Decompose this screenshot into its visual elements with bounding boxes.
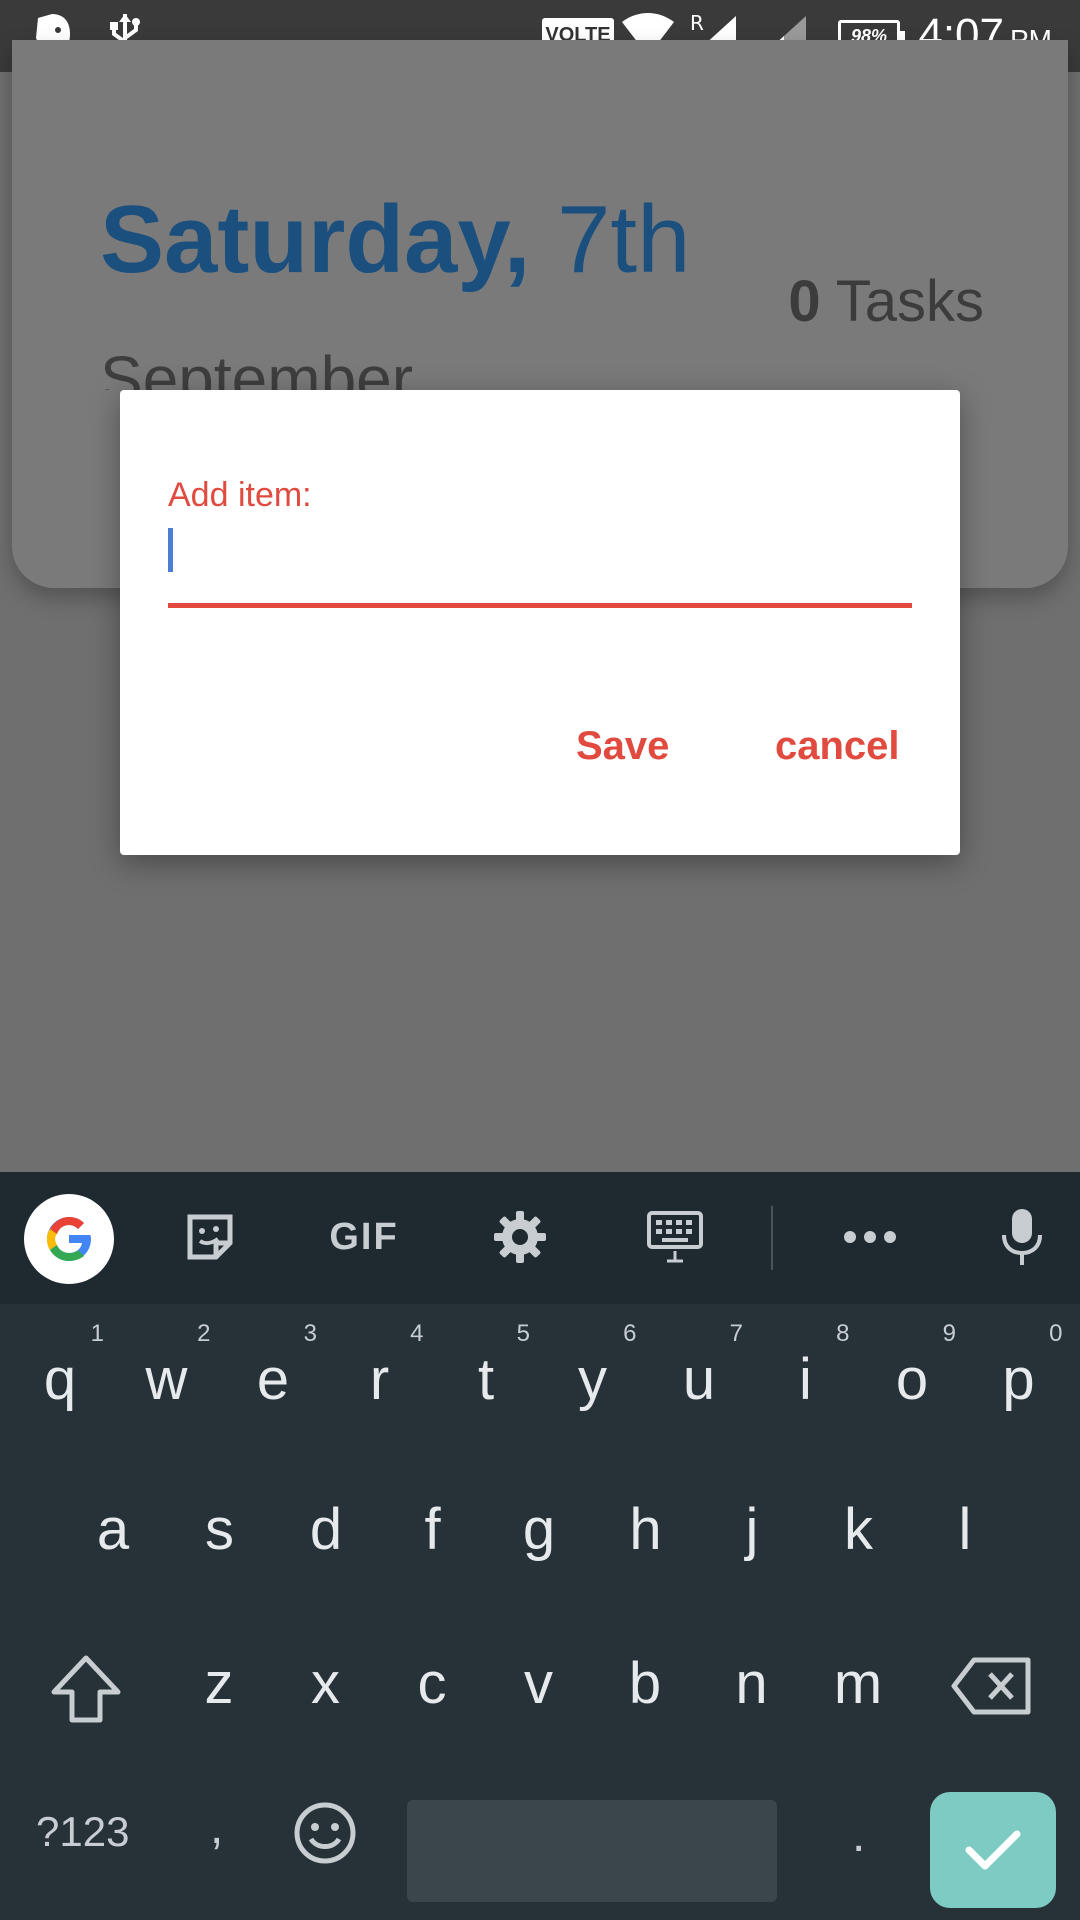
google-icon[interactable] <box>24 1194 114 1284</box>
toolbar-divider <box>771 1206 773 1270</box>
key-h[interactable]: h <box>596 1470 696 1590</box>
key-v[interactable]: v <box>489 1624 589 1744</box>
key-c[interactable]: c <box>382 1624 482 1744</box>
key-label: r <box>369 1347 390 1412</box>
key-d[interactable]: d <box>276 1470 376 1590</box>
period-key[interactable]: . <box>852 1808 865 1863</box>
key-label: v <box>524 1651 553 1716</box>
key-s[interactable]: s <box>170 1470 270 1590</box>
key-label: o <box>895 1347 929 1412</box>
key-label: y <box>578 1347 607 1412</box>
key-m[interactable]: m <box>808 1624 908 1744</box>
key-label: f <box>424 1497 441 1562</box>
key-label: n <box>735 1651 768 1716</box>
cancel-button[interactable]: cancel <box>775 724 900 769</box>
day-name: Saturday, <box>100 186 531 293</box>
key-hint: 2 <box>197 1320 211 1347</box>
key-r[interactable]: r4 <box>330 1320 430 1440</box>
text-cursor <box>168 528 173 572</box>
sticker-icon[interactable] <box>180 1202 240 1272</box>
key-hint: 0 <box>1049 1320 1063 1347</box>
key-n[interactable]: n <box>702 1624 802 1744</box>
key-t[interactable]: t5 <box>436 1320 536 1440</box>
emoji-key[interactable] <box>292 1800 362 1870</box>
key-hint: 9 <box>942 1320 956 1347</box>
key-label: g <box>522 1497 556 1562</box>
tasks-count: 0 Tasks <box>788 268 984 335</box>
space-key[interactable] <box>407 1800 777 1902</box>
key-label: j <box>745 1497 759 1562</box>
key-label: a <box>96 1497 130 1562</box>
key-p[interactable]: p0 <box>969 1320 1069 1440</box>
key-label: l <box>958 1497 972 1562</box>
key-l[interactable]: l <box>915 1470 1015 1590</box>
keyboard-layout-icon[interactable] <box>640 1202 710 1272</box>
add-item-dialog: Add item: Save cancel <box>120 390 960 855</box>
key-label: p <box>1002 1347 1035 1412</box>
backspace-key[interactable] <box>950 1654 1034 1726</box>
key-label: z <box>204 1651 234 1716</box>
key-label: s <box>205 1497 234 1562</box>
key-k[interactable]: k <box>809 1470 909 1590</box>
key-y[interactable]: y6 <box>543 1320 643 1440</box>
gif-button[interactable]: GIF <box>322 1202 406 1272</box>
key-f[interactable]: f <box>383 1470 483 1590</box>
add-item-label: Add item: <box>168 476 312 514</box>
key-a[interactable]: a <box>63 1470 163 1590</box>
key-hint: 6 <box>623 1320 637 1347</box>
more-icon[interactable] <box>840 1202 900 1272</box>
key-b[interactable]: b <box>595 1624 695 1744</box>
key-hint: 7 <box>729 1320 743 1347</box>
key-hint: 4 <box>410 1320 424 1347</box>
key-g[interactable]: g <box>489 1470 589 1590</box>
key-j[interactable]: j <box>702 1470 802 1590</box>
key-label: x <box>311 1651 340 1716</box>
svg-text:R: R <box>690 12 704 35</box>
key-label: q <box>43 1347 77 1412</box>
key-x[interactable]: x <box>276 1624 376 1744</box>
key-o[interactable]: o9 <box>862 1320 962 1440</box>
key-label: k <box>844 1497 873 1562</box>
comma-key[interactable]: , <box>210 1800 223 1855</box>
key-hint: 3 <box>303 1320 317 1347</box>
key-label: e <box>256 1347 290 1412</box>
key-label: t <box>477 1347 495 1412</box>
key-label: c <box>417 1651 447 1716</box>
day-heading: Saturday, 7th <box>100 185 690 295</box>
key-hint: 8 <box>836 1320 850 1347</box>
key-i[interactable]: i8 <box>756 1320 856 1440</box>
key-label: i <box>799 1347 812 1412</box>
shift-key[interactable] <box>48 1652 128 1732</box>
tasks-label: Tasks <box>835 269 984 334</box>
key-label: m <box>833 1651 883 1716</box>
mic-icon[interactable] <box>992 1202 1052 1272</box>
key-w[interactable]: w2 <box>117 1320 217 1440</box>
key-label: w <box>145 1347 188 1412</box>
add-item-input[interactable] <box>168 524 912 608</box>
enter-key[interactable] <box>930 1792 1056 1908</box>
save-button[interactable]: Save <box>576 724 669 769</box>
key-z[interactable]: z <box>169 1624 269 1744</box>
key-hint: 1 <box>90 1320 104 1347</box>
key-label: b <box>628 1651 662 1716</box>
key-e[interactable]: e3 <box>223 1320 323 1440</box>
keyboard-toolbar: GIF <box>0 1172 1080 1304</box>
key-label: h <box>629 1497 662 1562</box>
key-u[interactable]: u7 <box>649 1320 749 1440</box>
day-number: 7th <box>557 186 691 293</box>
key-hint: 5 <box>516 1320 530 1347</box>
key-label: d <box>309 1497 343 1562</box>
key-q[interactable]: q1 <box>10 1320 110 1440</box>
month-label: September <box>100 343 414 390</box>
symbols-key[interactable]: ?123 <box>36 1808 129 1856</box>
tasks-number: 0 <box>788 269 821 334</box>
key-label: u <box>682 1347 716 1412</box>
settings-icon[interactable] <box>490 1202 550 1272</box>
